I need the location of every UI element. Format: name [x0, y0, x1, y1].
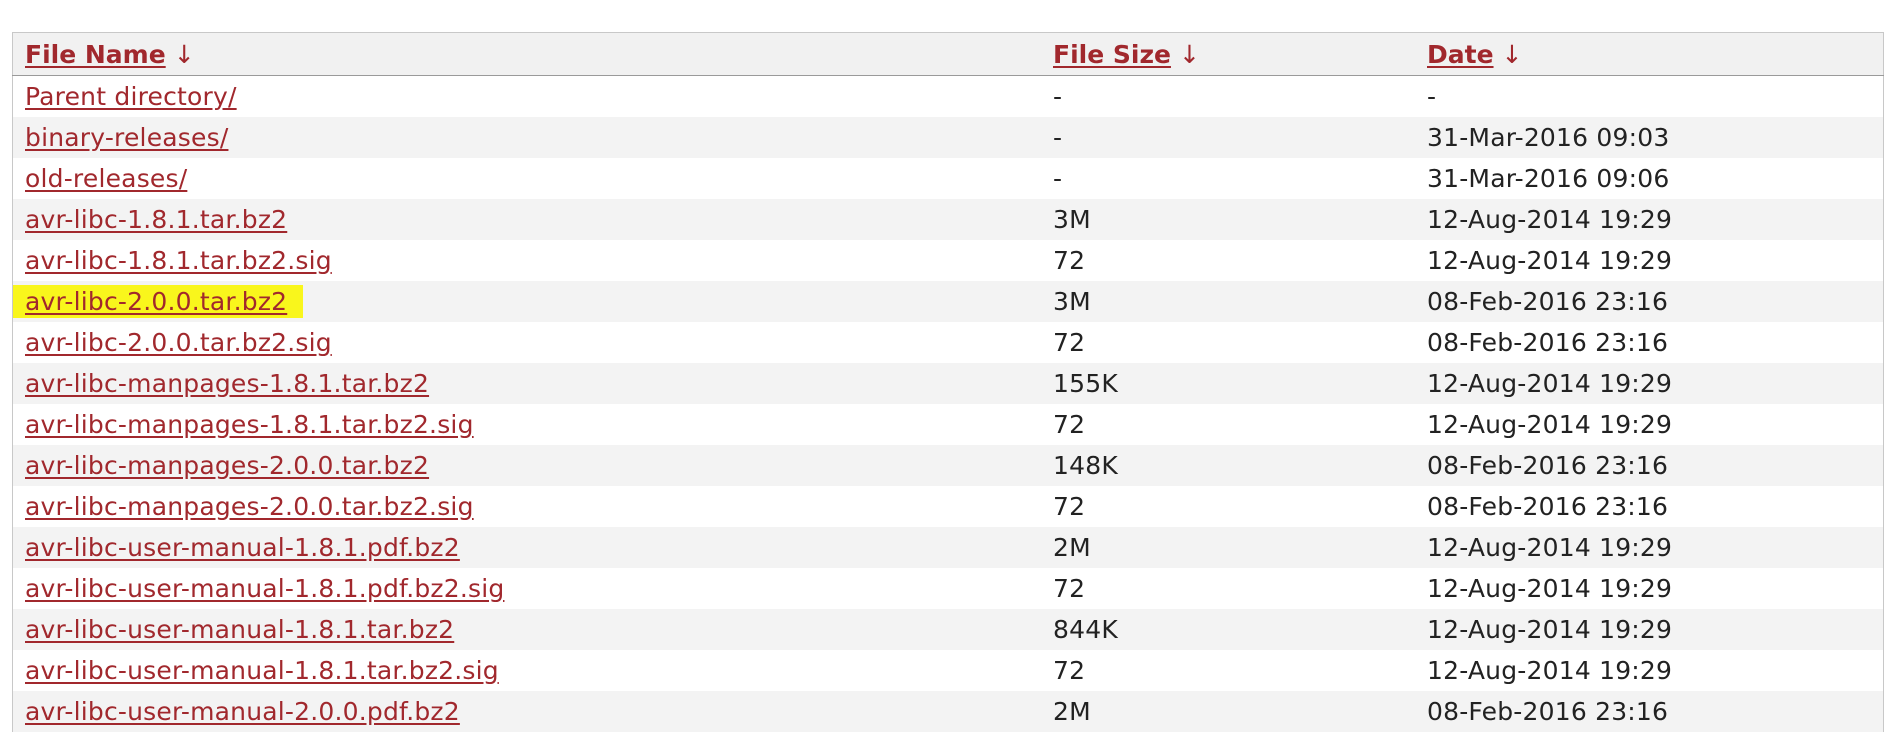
file-size-cell: 2M — [1041, 691, 1415, 732]
file-listing-table: File Name ↓ File Size ↓ Date ↓ Parent direc… — [12, 32, 1884, 732]
file-link[interactable]: avr-libc-user-manual-1.8.1.pdf.bz2 — [25, 533, 460, 562]
table-row: old-releases/ -31-Mar-2016 09:06 — [13, 158, 1884, 199]
file-size-cell: 72 — [1041, 404, 1415, 445]
file-name-cell: avr-libc-user-manual-2.0.0.pdf.bz2 — [13, 691, 1042, 732]
file-size-cell: 155K — [1041, 363, 1415, 404]
column-header-file-size: File Size ↓ — [1041, 33, 1415, 76]
file-size-cell: 72 — [1041, 322, 1415, 363]
table-row: avr-libc-user-manual-2.0.0.pdf.bz2 2M08-F… — [13, 691, 1884, 732]
file-name-cell: avr-libc-1.8.1.tar.bz2.sig — [13, 240, 1042, 281]
file-link[interactable]: avr-libc-2.0.0.tar.bz2.sig — [25, 328, 332, 357]
sort-down-arrow-icon: ↓ — [174, 40, 195, 69]
table-row: avr-libc-user-manual-1.8.1.tar.bz2 844K12… — [13, 609, 1884, 650]
file-size-cell: 844K — [1041, 609, 1415, 650]
sort-by-name-link[interactable]: File Name ↓ — [25, 40, 195, 69]
date-cell: 12-Aug-2014 19:29 — [1415, 404, 1884, 445]
file-name-cell: avr-libc-user-manual-1.8.1.tar.bz2.sig — [13, 650, 1042, 691]
file-name-cell: avr-libc-user-manual-1.8.1.pdf.bz2 — [13, 527, 1042, 568]
date-cell: 12-Aug-2014 19:29 — [1415, 240, 1884, 281]
date-cell: 08-Feb-2016 23:16 — [1415, 445, 1884, 486]
date-cell: 12-Aug-2014 19:29 — [1415, 609, 1884, 650]
date-cell: 31-Mar-2016 09:06 — [1415, 158, 1884, 199]
file-name-cell: avr-libc-manpages-1.8.1.tar.bz2 — [13, 363, 1042, 404]
file-listing-body: Parent directory/--binary-releases/-31-M… — [13, 76, 1884, 732]
file-name-cell: avr-libc-manpages-1.8.1.tar.bz2.sig — [13, 404, 1042, 445]
table-row: avr-libc-manpages-1.8.1.tar.bz2.sig 7212-… — [13, 404, 1884, 445]
file-link[interactable]: avr-libc-user-manual-1.8.1.tar.bz2 — [25, 615, 454, 644]
table-row: avr-libc-2.0.0.tar.bz2.sig 7208-Feb-2016 … — [13, 322, 1884, 363]
file-name-cell: old-releases/ — [13, 158, 1042, 199]
table-header-row: File Name ↓ File Size ↓ Date ↓ — [13, 33, 1884, 76]
date-cell: 08-Feb-2016 23:16 — [1415, 691, 1884, 732]
file-name-header-label: File Name — [25, 40, 166, 69]
file-name-cell: Parent directory/ — [13, 76, 1042, 118]
sort-down-arrow-icon: ↓ — [1502, 40, 1523, 69]
file-link[interactable]: avr-libc-user-manual-1.8.1.pdf.bz2.sig — [25, 574, 504, 603]
date-cell: 08-Feb-2016 23:16 — [1415, 281, 1884, 322]
file-size-cell: 72 — [1041, 486, 1415, 527]
table-row: avr-libc-manpages-2.0.0.tar.bz2 148K08-Fe… — [13, 445, 1884, 486]
table-row: avr-libc-user-manual-1.8.1.pdf.bz2.sig 72… — [13, 568, 1884, 609]
file-name-cell: avr-libc-manpages-2.0.0.tar.bz2.sig — [13, 486, 1042, 527]
date-cell: 12-Aug-2014 19:29 — [1415, 650, 1884, 691]
column-header-date: Date ↓ — [1415, 33, 1884, 76]
table-row: binary-releases/ -31-Mar-2016 09:03 — [13, 117, 1884, 158]
date-cell: - — [1415, 76, 1884, 118]
table-row: avr-libc-manpages-1.8.1.tar.bz2 155K12-Au… — [13, 363, 1884, 404]
file-size-cell: 2M — [1041, 527, 1415, 568]
date-cell: 12-Aug-2014 19:29 — [1415, 527, 1884, 568]
file-link[interactable]: avr-libc-1.8.1.tar.bz2 — [25, 205, 287, 234]
file-size-header-label: File Size — [1053, 40, 1171, 69]
file-size-cell: - — [1041, 158, 1415, 199]
sort-by-size-link[interactable]: File Size ↓ — [1053, 40, 1200, 69]
file-size-cell: 3M — [1041, 199, 1415, 240]
file-link[interactable]: old-releases/ — [25, 164, 187, 193]
file-name-cell: avr-libc-2.0.0.tar.bz2 — [13, 281, 1042, 322]
table-row: avr-libc-1.8.1.tar.bz2 3M12-Aug-2014 19:2… — [13, 199, 1884, 240]
sort-by-date-link[interactable]: Date ↓ — [1427, 40, 1522, 69]
file-link[interactable]: avr-libc-manpages-2.0.0.tar.bz2.sig — [25, 492, 474, 521]
table-row: avr-libc-1.8.1.tar.bz2.sig 7212-Aug-2014 … — [13, 240, 1884, 281]
file-size-cell: 72 — [1041, 650, 1415, 691]
file-link[interactable]: avr-libc-manpages-1.8.1.tar.bz2 — [25, 369, 429, 398]
date-cell: 08-Feb-2016 23:16 — [1415, 322, 1884, 363]
file-link[interactable]: Parent directory/ — [25, 82, 237, 111]
date-header-label: Date — [1427, 40, 1494, 69]
table-row: avr-libc-2.0.0.tar.bz2 3M08-Feb-2016 23:1… — [13, 281, 1884, 322]
file-size-cell: 72 — [1041, 568, 1415, 609]
file-link[interactable]: avr-libc-user-manual-1.8.1.tar.bz2.sig — [25, 656, 499, 685]
table-row: avr-libc-user-manual-1.8.1.pdf.bz2 2M12-A… — [13, 527, 1884, 568]
file-link[interactable]: avr-libc-user-manual-2.0.0.pdf.bz2 — [25, 697, 460, 726]
file-name-cell: avr-libc-manpages-2.0.0.tar.bz2 — [13, 445, 1042, 486]
date-cell: 12-Aug-2014 19:29 — [1415, 363, 1884, 404]
file-link[interactable]: avr-libc-1.8.1.tar.bz2.sig — [25, 246, 332, 275]
file-link[interactable]: binary-releases/ — [25, 123, 228, 152]
file-size-cell: 3M — [1041, 281, 1415, 322]
date-cell: 12-Aug-2014 19:29 — [1415, 199, 1884, 240]
file-link[interactable]: avr-libc-2.0.0.tar.bz2 — [13, 285, 303, 318]
date-cell: 31-Mar-2016 09:03 — [1415, 117, 1884, 158]
table-row: avr-libc-user-manual-1.8.1.tar.bz2.sig 72… — [13, 650, 1884, 691]
file-link[interactable]: avr-libc-manpages-2.0.0.tar.bz2 — [25, 451, 429, 480]
file-size-cell: - — [1041, 76, 1415, 118]
date-cell: 08-Feb-2016 23:16 — [1415, 486, 1884, 527]
date-cell: 12-Aug-2014 19:29 — [1415, 568, 1884, 609]
file-name-cell: avr-libc-1.8.1.tar.bz2 — [13, 199, 1042, 240]
file-name-cell: binary-releases/ — [13, 117, 1042, 158]
file-link[interactable]: avr-libc-manpages-1.8.1.tar.bz2.sig — [25, 410, 474, 439]
file-name-cell: avr-libc-user-manual-1.8.1.pdf.bz2.sig — [13, 568, 1042, 609]
column-header-file-name: File Name ↓ — [13, 33, 1042, 76]
sort-down-arrow-icon: ↓ — [1179, 40, 1200, 69]
table-row: Parent directory/ -- — [13, 76, 1884, 118]
file-size-cell: - — [1041, 117, 1415, 158]
file-name-cell: avr-libc-user-manual-1.8.1.tar.bz2 — [13, 609, 1042, 650]
file-name-cell: avr-libc-2.0.0.tar.bz2.sig — [13, 322, 1042, 363]
table-row: avr-libc-manpages-2.0.0.tar.bz2.sig 7208-… — [13, 486, 1884, 527]
file-size-cell: 148K — [1041, 445, 1415, 486]
file-size-cell: 72 — [1041, 240, 1415, 281]
